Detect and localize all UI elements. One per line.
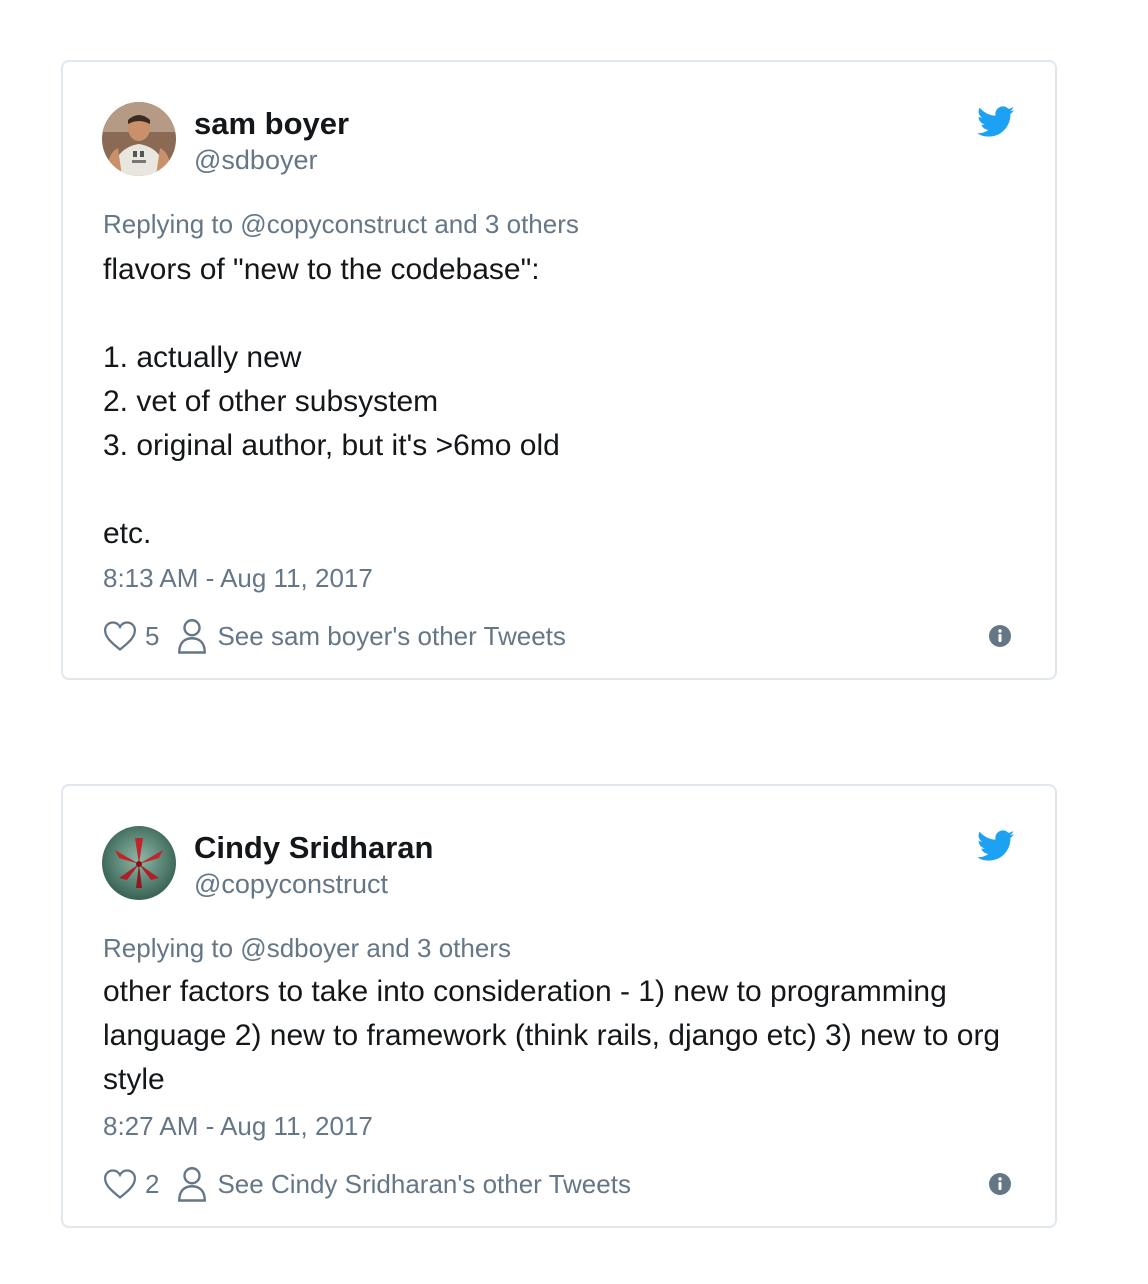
timestamp[interactable]: 8:27 AM - Aug 11, 2017 — [103, 1110, 373, 1142]
info-icon[interactable] — [989, 1173, 1011, 1195]
avatar[interactable] — [102, 826, 176, 900]
avatar[interactable] — [102, 102, 176, 176]
author-name[interactable]: Cindy Sridharan — [194, 830, 433, 866]
timestamp[interactable]: 8:13 AM - Aug 11, 2017 — [103, 562, 373, 594]
person-icon — [178, 1167, 207, 1202]
tweet-card: Cindy Sridharan @copyconstruct Replying … — [61, 784, 1057, 1228]
see-other-tweets-link[interactable]: See sam boyer's other Tweets — [177, 618, 566, 654]
see-other-tweets-link[interactable]: See Cindy Sridharan's other Tweets — [177, 1166, 631, 1202]
tweet-actions: 5 See sam boyer's other Tweets — [103, 616, 1015, 656]
author-name[interactable]: sam boyer — [194, 106, 349, 142]
tweet-actions: 2 See Cindy Sridharan's other Tweets — [103, 1164, 1015, 1204]
twitter-bird-icon[interactable] — [977, 106, 1015, 138]
tweet-text: flavors of "new to the codebase": 1. act… — [103, 253, 560, 550]
see-other-tweets-label: See sam boyer's other Tweets — [217, 620, 566, 651]
author-handle[interactable]: @sdboyer — [194, 144, 317, 176]
author-handle[interactable]: @copyconstruct — [194, 868, 388, 900]
like-count: 5 — [145, 620, 160, 651]
see-other-tweets-label: See Cindy Sridharan's other Tweets — [217, 1168, 631, 1199]
like-button[interactable]: 5 — [103, 620, 159, 652]
like-button[interactable]: 2 — [103, 1168, 159, 1200]
info-icon[interactable] — [989, 625, 1011, 647]
heart-icon — [103, 1169, 137, 1199]
tweet-text: other factors to take into consideration… — [103, 975, 1001, 1096]
like-count: 2 — [145, 1168, 160, 1199]
heart-icon — [103, 621, 137, 651]
replying-to[interactable]: Replying to @copyconstruct and 3 others — [103, 208, 579, 240]
twitter-bird-icon[interactable] — [977, 830, 1015, 862]
tweet-card: sam boyer @sdboyer Replying to @copycons… — [61, 60, 1057, 680]
replying-to[interactable]: Replying to @sdboyer and 3 others — [103, 932, 511, 964]
person-icon — [178, 619, 207, 654]
